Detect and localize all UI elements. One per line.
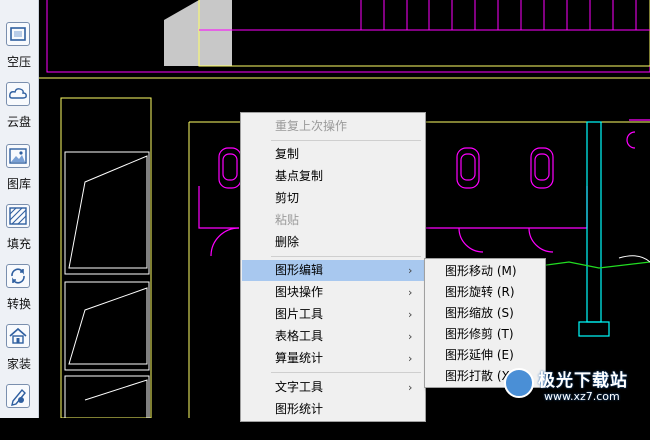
- watermark-title: 极光下载站: [538, 371, 628, 391]
- left-panels: [64, 151, 150, 427]
- tool-jiazhuang[interactable]: 家装: [0, 320, 38, 380]
- menu-item-quantity-stats[interactable]: 算量统计 ›: [242, 348, 424, 369]
- chevron-right-icon: ›: [408, 381, 413, 394]
- menu-item-label: 图形编辑: [275, 263, 324, 277]
- menu-item-label: 算量统计: [275, 351, 324, 365]
- watermark-url: www.xz7.com: [544, 390, 620, 403]
- tool-zhuanhuan[interactable]: 转换: [0, 260, 38, 320]
- menu-item-label: 图形统计: [275, 402, 324, 416]
- menu-item-label: 表格工具: [275, 329, 324, 343]
- submenu-item-scale[interactable]: 图形缩放 (S): [426, 303, 544, 324]
- menu-item-shape-stats[interactable]: 图形统计: [242, 399, 424, 420]
- tool-kongya[interactable]: 空压: [0, 18, 38, 78]
- menu-item-label: 图片工具: [275, 307, 324, 321]
- tool-label: 空压: [6, 55, 31, 69]
- menu-item-label: 基点复制: [275, 169, 324, 183]
- tool-label: 图库: [6, 177, 31, 191]
- menu-item-shape-edit[interactable]: 图形编辑 ›: [242, 260, 424, 281]
- menu-separator: [271, 256, 421, 257]
- tool-label: 转换: [6, 297, 31, 311]
- site-watermark: 极光下载站 www.xz7.com: [504, 366, 650, 410]
- top-magenta-frame: [46, 0, 650, 73]
- yellow-top-frame: [198, 0, 650, 67]
- submenu-item-label: 图形旋转 (R): [445, 285, 515, 299]
- menu-item-block-ops[interactable]: 图块操作 ›: [242, 282, 424, 303]
- pen-icon: [6, 384, 30, 408]
- tool-yunpan[interactable]: 云盘: [0, 78, 38, 138]
- menu-item-label: 删除: [275, 235, 300, 249]
- submenu-item-move[interactable]: 图形移动 (M): [426, 261, 544, 282]
- window-icon: [6, 22, 30, 46]
- chevron-right-icon: ›: [408, 330, 413, 343]
- cloud-icon: [6, 82, 30, 106]
- menu-item-repeat-last[interactable]: 重复上次操作: [242, 116, 424, 137]
- tool-more[interactable]: [0, 380, 38, 440]
- tool-tuku[interactable]: 图库: [0, 140, 38, 200]
- tool-label: 家装: [6, 357, 31, 371]
- tool-label: 填充: [6, 237, 31, 251]
- menu-item-delete[interactable]: 删除: [242, 232, 424, 253]
- top-vertical-lines: [360, 0, 637, 30]
- submenu-item-trim[interactable]: 图形修剪 (T): [426, 324, 544, 345]
- right-white-arc: [618, 255, 650, 263]
- menu-item-label: 文字工具: [275, 380, 324, 394]
- chevron-right-icon: ›: [408, 264, 413, 277]
- chevron-right-icon: ›: [408, 352, 413, 365]
- submenu-item-extend[interactable]: 图形延伸 (E): [426, 345, 544, 366]
- menu-item-label: 重复上次操作: [275, 119, 348, 133]
- chevron-right-icon: ›: [408, 286, 413, 299]
- menu-item-copy[interactable]: 复制: [242, 144, 424, 165]
- menu-item-label: 粘贴: [275, 213, 300, 227]
- gallery-icon: [6, 144, 30, 168]
- submenu-item-label: 图形移动 (M): [445, 264, 517, 278]
- tool-label: 云盘: [6, 115, 31, 129]
- menu-item-paste[interactable]: 粘贴: [242, 210, 424, 231]
- menu-separator: [271, 372, 421, 373]
- left-toolbar: 空压 云盘 图库 填充 转换 家装: [0, 0, 39, 418]
- submenu-item-label: 图形缩放 (S): [445, 306, 514, 320]
- menu-item-label: 图块操作: [275, 285, 324, 299]
- watermark-logo-icon: [504, 368, 534, 398]
- menu-item-label: 剪切: [275, 191, 300, 205]
- tool-tianchong[interactable]: 填充: [0, 200, 38, 260]
- context-menu: 重复上次操作 复制 基点复制 剪切 粘贴 删除 图形编辑 › 图块操作 › 图片…: [240, 112, 426, 422]
- menu-item-cut[interactable]: 剪切: [242, 188, 424, 209]
- menu-separator: [271, 140, 421, 141]
- menu-item-image-tools[interactable]: 图片工具 ›: [242, 304, 424, 325]
- cyan-column: [578, 121, 610, 337]
- menu-item-table-tools[interactable]: 表格工具 ›: [242, 326, 424, 347]
- menu-item-label: 复制: [275, 147, 300, 161]
- house-icon: [6, 324, 30, 348]
- hatch-icon: [6, 204, 30, 228]
- menu-item-base-copy[interactable]: 基点复制: [242, 166, 424, 187]
- chevron-right-icon: ›: [408, 308, 413, 321]
- submenu-item-label: 图形延伸 (E): [445, 348, 514, 362]
- submenu-item-label: 图形修剪 (T): [445, 327, 514, 341]
- convert-icon: [6, 264, 30, 288]
- submenu-item-rotate[interactable]: 图形旋转 (R): [426, 282, 544, 303]
- menu-item-text-tools[interactable]: 文字工具 ›: [242, 377, 424, 398]
